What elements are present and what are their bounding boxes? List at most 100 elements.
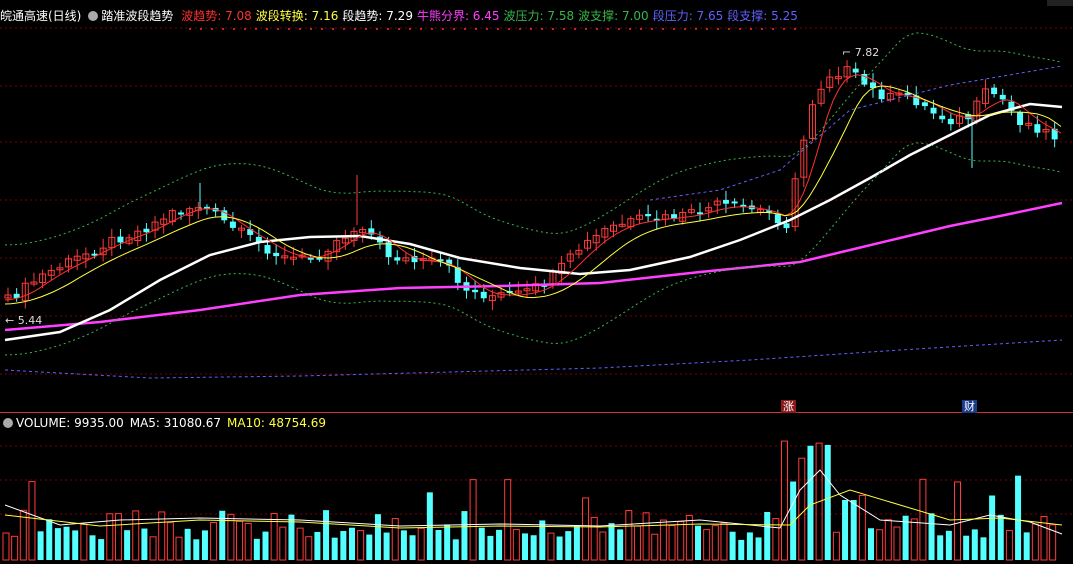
- volume-bar: [2, 532, 10, 561]
- low-price-label: ← 5.44: [5, 314, 42, 327]
- volume-bar: [201, 530, 208, 560]
- volume-bar: [807, 445, 814, 560]
- candle-body: [947, 118, 954, 125]
- top-dot: [563, 28, 565, 30]
- top-dot: [673, 28, 675, 30]
- candle-body: [394, 257, 401, 261]
- volume-bar: [72, 530, 79, 560]
- volume-bar: [832, 531, 840, 561]
- volume-bar: [184, 528, 191, 560]
- volume-bar: [919, 478, 927, 561]
- volume-bar: [842, 500, 849, 560]
- candle-body: [939, 115, 946, 120]
- volume-bar: [781, 440, 788, 561]
- volume-bar: [193, 539, 200, 560]
- volume-bar: [262, 531, 269, 560]
- zhang-marker[interactable]: 涨: [781, 400, 796, 413]
- top-dot: [684, 28, 686, 30]
- kline-chart[interactable]: ⌐ 7.82 ← 5.44: [0, 0, 1073, 564]
- candle-body: [472, 289, 479, 293]
- volume-bar: [858, 494, 866, 561]
- top-dot: [365, 28, 367, 30]
- volume-bar: [1023, 532, 1030, 560]
- volume-bar: [711, 525, 719, 561]
- top-dot: [222, 28, 224, 30]
- volume-bar: [910, 518, 918, 561]
- top-dot: [354, 28, 356, 30]
- volume-bar: [132, 510, 140, 561]
- volume-bar: [331, 537, 338, 560]
- volume-bar: [530, 535, 537, 560]
- volume-bar: [1031, 523, 1039, 561]
- volume-bar: [478, 527, 485, 560]
- top-dot: [772, 28, 774, 30]
- top-dot: [255, 28, 257, 30]
- volume-bar: [124, 530, 131, 560]
- volume-bar: [556, 536, 563, 560]
- volume-item: MA10: 48754.69: [227, 416, 326, 430]
- pane-separator[interactable]: [0, 412, 1073, 413]
- volume-bar: [305, 536, 313, 561]
- volume-bar: [582, 497, 590, 561]
- volume-bar: [435, 529, 442, 560]
- volume-bar: [46, 519, 53, 560]
- wave-support-band: [4, 142, 1062, 356]
- top-dot: [464, 28, 466, 30]
- candle-body: [229, 221, 236, 228]
- top-dot: [783, 28, 785, 30]
- segment-support-band: [4, 339, 1063, 379]
- volume-bar: [703, 529, 711, 561]
- top-dot: [310, 28, 312, 30]
- volume-bar: [590, 516, 598, 561]
- volume-bar: [547, 532, 555, 561]
- volume-bar: [642, 512, 650, 561]
- candle-body: [999, 94, 1006, 100]
- volume-bar: [11, 535, 19, 561]
- volume-bar: [963, 535, 970, 560]
- volume-bar: [175, 536, 183, 561]
- top-dot: [706, 28, 708, 30]
- volume-bar: [980, 537, 987, 560]
- candle-body: [783, 223, 790, 229]
- top-dot: [376, 28, 378, 30]
- top-dot: [387, 28, 389, 30]
- volume-bar: [608, 523, 615, 560]
- volume-bar: [738, 539, 745, 560]
- top-dot: [651, 28, 653, 30]
- volume-bar: [496, 529, 503, 560]
- top-dot: [552, 28, 554, 30]
- top-dot: [431, 28, 433, 30]
- candle-body: [273, 252, 280, 257]
- volume-bar: [323, 510, 330, 560]
- top-dot: [618, 28, 620, 30]
- volume-bar: [469, 479, 477, 561]
- top-dot: [761, 28, 763, 30]
- top-dot: [585, 28, 587, 30]
- volume-bar: [504, 479, 512, 561]
- volume-bar: [149, 536, 157, 561]
- volume-bar: [383, 532, 390, 560]
- top-dot: [409, 28, 411, 30]
- volume-bar: [270, 513, 278, 561]
- volume-bar: [210, 522, 218, 561]
- high-price-label: ⌐ 7.82: [842, 46, 879, 59]
- volume-bar: [617, 529, 624, 560]
- cai-marker[interactable]: 财: [962, 400, 977, 413]
- volume-bar: [746, 532, 753, 560]
- wave-switch-line: [4, 85, 1062, 305]
- candle-body: [774, 214, 781, 224]
- volume-bar: [80, 523, 88, 561]
- volume-bar: [659, 519, 667, 561]
- volume-bar: [340, 531, 347, 560]
- wave-pressure-band: [4, 32, 1062, 246]
- candle-body: [264, 245, 271, 254]
- volume-bar: [893, 526, 901, 561]
- top-dot: [332, 28, 334, 30]
- volume-bar: [522, 533, 528, 560]
- top-dot: [640, 28, 642, 30]
- top-dot: [629, 28, 631, 30]
- volume-selector-icon[interactable]: [3, 418, 13, 428]
- wave-trend-line: [4, 74, 1062, 301]
- top-dot: [750, 28, 752, 30]
- volume-bar: [565, 531, 572, 560]
